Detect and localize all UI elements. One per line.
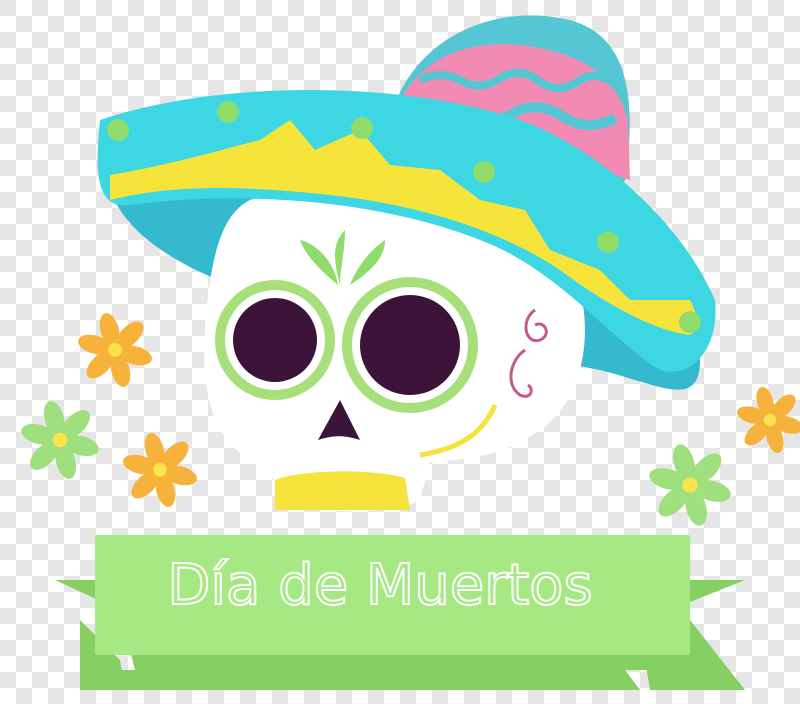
left-eye-icon bbox=[233, 298, 317, 382]
illustration-stage: Día de Muertos bbox=[0, 0, 800, 704]
banner-title: Día de Muertos bbox=[167, 553, 592, 618]
teeth-icon bbox=[275, 471, 410, 510]
dia-de-muertos-illustration: Día de Muertos bbox=[0, 0, 800, 704]
right-eye-icon bbox=[360, 295, 460, 395]
ribbon-banner-icon: Día de Muertos bbox=[55, 535, 745, 690]
